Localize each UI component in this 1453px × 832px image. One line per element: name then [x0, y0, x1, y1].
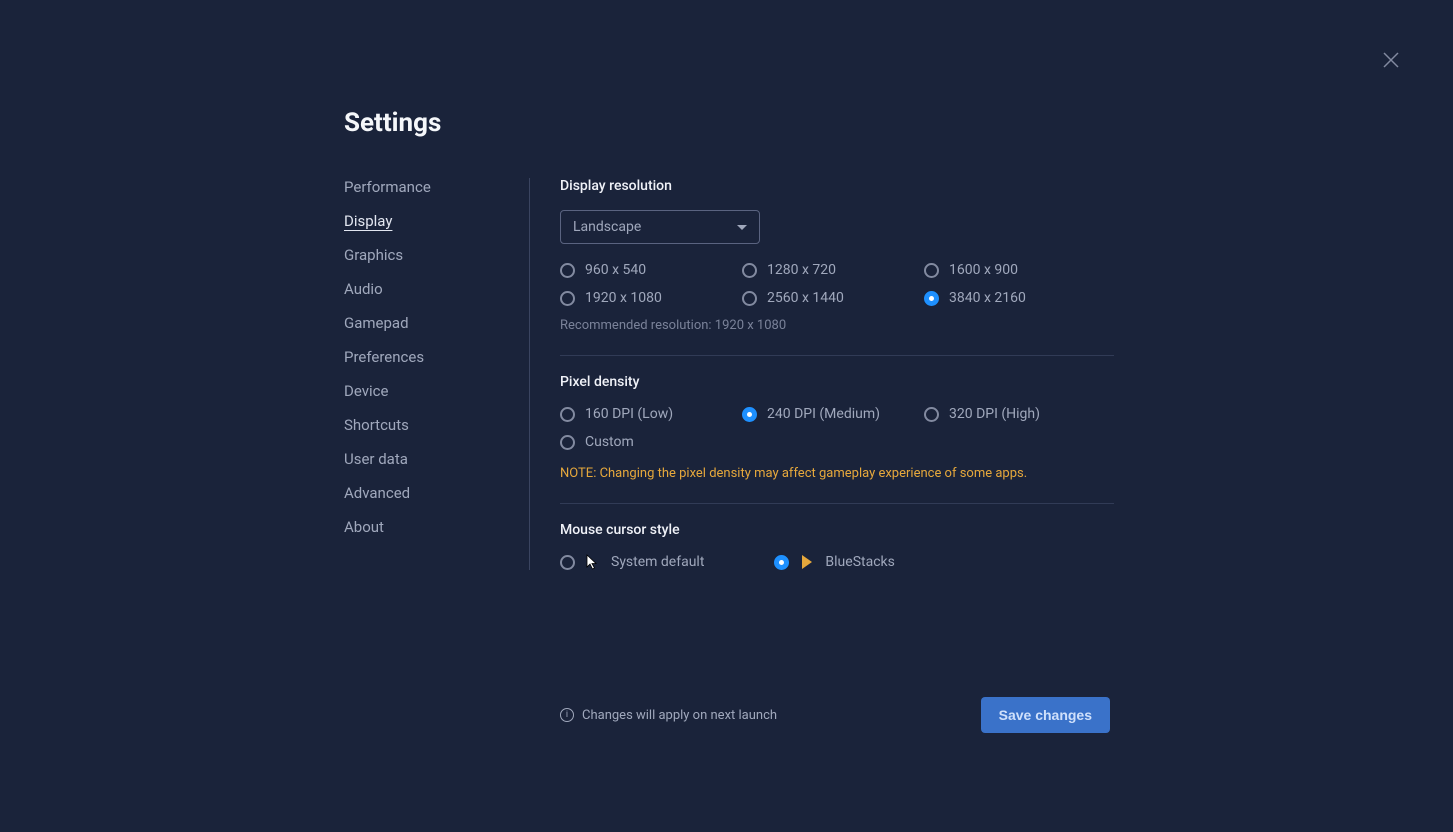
radio-icon — [560, 435, 575, 450]
cursor-bluestacks-icon — [799, 554, 815, 570]
cursor-style-label: System default — [611, 554, 704, 570]
settings-sidebar: Performance Display Graphics Audio Gamepad Pr… — [344, 178, 530, 570]
resolution-option-label: 2560 x 1440 — [767, 290, 844, 306]
resolution-option[interactable]: 3840 x 2160 — [924, 290, 1106, 306]
sidebar-item-performance[interactable]: Performance — [344, 178, 431, 196]
close-icon — [1381, 50, 1401, 70]
density-option[interactable]: Custom — [560, 434, 742, 450]
chevron-down-icon — [737, 225, 747, 230]
resolution-option-label: 1280 x 720 — [767, 262, 836, 278]
page-title: Settings — [344, 108, 1114, 138]
pixel-density-heading: Pixel density — [560, 374, 1114, 390]
cursor-style-heading: Mouse cursor style — [560, 522, 1114, 538]
sidebar-item-display[interactable]: Display — [344, 212, 392, 230]
sidebar-item-advanced[interactable]: Advanced — [344, 484, 410, 502]
apply-next-launch-note: i Changes will apply on next launch — [560, 708, 777, 723]
footer-info-text: Changes will apply on next launch — [582, 708, 777, 723]
display-resolution-heading: Display resolution — [560, 178, 1114, 194]
resolution-option-label: 960 x 540 — [585, 262, 646, 278]
radio-icon — [924, 407, 939, 422]
resolution-option-label: 1920 x 1080 — [585, 290, 662, 306]
radio-icon — [560, 407, 575, 422]
divider — [560, 503, 1114, 504]
radio-icon — [742, 263, 757, 278]
sidebar-item-shortcuts[interactable]: Shortcuts — [344, 416, 409, 434]
recommended-resolution-text: Recommended resolution: 1920 x 1080 — [560, 318, 1114, 333]
cursor-style-option[interactable]: System default — [560, 554, 704, 570]
density-option-label: 240 DPI (Medium) — [767, 406, 880, 422]
sidebar-item-audio[interactable]: Audio — [344, 280, 383, 298]
sidebar-item-about[interactable]: About — [344, 518, 384, 536]
save-changes-button[interactable]: Save changes — [981, 697, 1110, 733]
density-option[interactable]: 160 DPI (Low) — [560, 406, 742, 422]
sidebar-item-graphics[interactable]: Graphics — [344, 246, 403, 264]
cursor-style-option[interactable]: BlueStacks — [774, 554, 894, 570]
orientation-select[interactable]: Landscape — [560, 210, 760, 244]
radio-icon — [924, 263, 939, 278]
radio-icon — [742, 291, 757, 306]
resolution-option[interactable]: 1280 x 720 — [742, 262, 924, 278]
orientation-select-value: Landscape — [573, 219, 641, 235]
resolution-option[interactable]: 960 x 540 — [560, 262, 742, 278]
density-option-label: Custom — [585, 434, 634, 450]
info-icon: i — [560, 708, 574, 722]
radio-icon — [560, 263, 575, 278]
divider — [560, 355, 1114, 356]
cursor-arrow-icon — [585, 554, 601, 570]
radio-icon — [560, 555, 575, 570]
resolution-option-label: 1600 x 900 — [949, 262, 1018, 278]
sidebar-item-gamepad[interactable]: Gamepad — [344, 314, 409, 332]
radio-icon — [742, 407, 757, 422]
sidebar-item-preferences[interactable]: Preferences — [344, 348, 424, 366]
resolution-option-label: 3840 x 2160 — [949, 290, 1026, 306]
radio-icon — [560, 291, 575, 306]
radio-icon — [774, 555, 789, 570]
sidebar-item-device[interactable]: Device — [344, 382, 388, 400]
density-option-label: 160 DPI (Low) — [585, 406, 673, 422]
density-option[interactable]: 320 DPI (High) — [924, 406, 1106, 422]
settings-content: Display resolution Landscape 960 x 540 12… — [530, 178, 1114, 570]
resolution-option[interactable]: 1600 x 900 — [924, 262, 1106, 278]
radio-icon — [924, 291, 939, 306]
sidebar-item-user-data[interactable]: User data — [344, 450, 408, 468]
cursor-style-label: BlueStacks — [825, 554, 894, 570]
density-option-label: 320 DPI (High) — [949, 406, 1040, 422]
close-button[interactable] — [1381, 50, 1401, 70]
density-option[interactable]: 240 DPI (Medium) — [742, 406, 924, 422]
pixel-density-note: NOTE: Changing the pixel density may aff… — [560, 466, 1114, 481]
resolution-option[interactable]: 2560 x 1440 — [742, 290, 924, 306]
resolution-option[interactable]: 1920 x 1080 — [560, 290, 742, 306]
